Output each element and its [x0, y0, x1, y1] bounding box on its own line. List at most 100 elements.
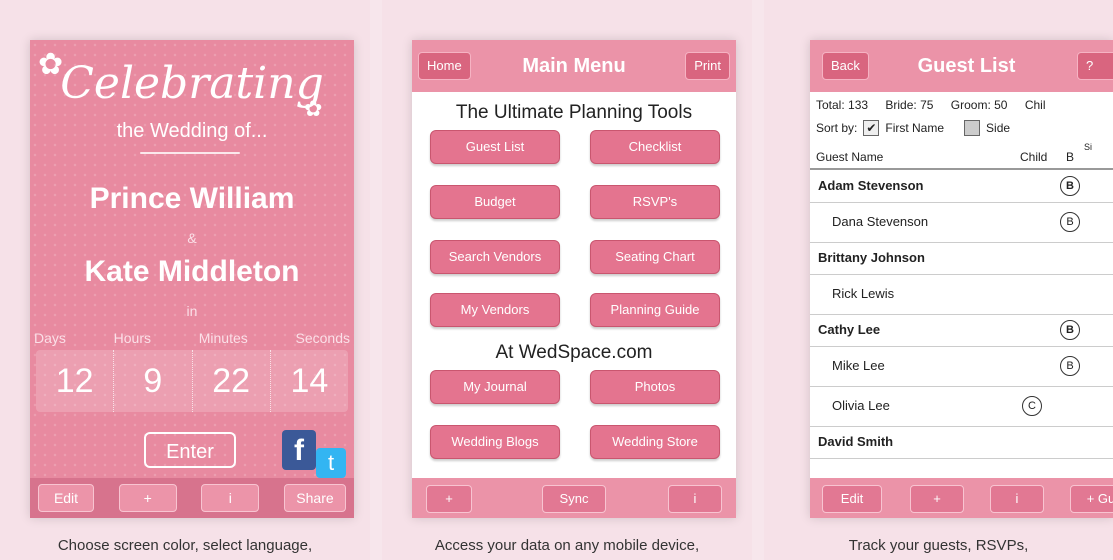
guest-row[interactable]: Adam Stevenson B	[810, 170, 1113, 203]
twitter-icon[interactable]: t	[316, 448, 346, 478]
guest-row[interactable]: Mike Lee B	[810, 346, 1113, 387]
groom-name: Prince William	[89, 182, 295, 215]
wedspace-heading: At WedSpace.com	[495, 342, 653, 363]
unit-minutes: Minutes	[198, 330, 248, 346]
side-checkbox[interactable]	[964, 120, 981, 136]
value-seconds: 14	[290, 362, 329, 400]
facebook-icon[interactable]: f	[282, 430, 316, 470]
edit-button[interactable]: Edit	[38, 484, 94, 512]
col-bride: B	[1066, 150, 1075, 164]
bottom-toolbar: Edit + i + Gu	[810, 478, 1113, 518]
help-button[interactable]: ?	[1077, 52, 1113, 80]
col-side: Si	[1084, 142, 1093, 152]
unit-seconds: Seconds	[295, 330, 350, 346]
panel-guest-list: Back Guest List ? Total: 133 Bride: 75 G…	[764, 0, 1113, 560]
bride-side-badge-icon: B	[1060, 176, 1080, 196]
bottom-toolbar: + Sync i	[412, 478, 736, 518]
ampersand: &	[187, 230, 197, 246]
caption: Access your data on any mobile device,	[434, 537, 700, 554]
stat-groom: Groom: 50	[950, 98, 1008, 112]
child-badge-icon: C	[1022, 396, 1042, 416]
stat-total: Total: 133	[816, 98, 869, 112]
guest-row[interactable]: Rick Lewis	[810, 274, 1113, 315]
guest-name: Rick Lewis	[832, 286, 895, 301]
column-header: Guest Name Child B Si	[810, 142, 1113, 170]
caption: Choose screen color, select language,	[57, 537, 313, 554]
navbar: Back Guest List ?	[810, 40, 1113, 92]
wedding-subtitle: the Wedding of...	[116, 120, 268, 142]
col-child: Child	[1020, 150, 1048, 164]
tools-heading: The Ultimate Planning Tools	[455, 102, 693, 123]
bride-side-badge-icon: B	[1060, 356, 1080, 376]
guest-name: Olivia Lee	[832, 398, 890, 413]
unit-days: Days	[34, 330, 66, 346]
info-button[interactable]: i	[201, 484, 260, 512]
value-hours: 9	[114, 350, 193, 412]
guest-name: David Smith	[818, 434, 894, 449]
value-minutes: 22	[193, 350, 271, 412]
bride-side-badge-icon: B	[1060, 212, 1080, 232]
seating-chart-button[interactable]: Seating Chart	[590, 240, 720, 274]
add-button[interactable]: +	[426, 485, 472, 513]
wedding-store-button[interactable]: Wedding Store	[590, 425, 720, 459]
guest-stats: Total: 133 Bride: 75 Groom: 50 Chil	[816, 98, 1113, 112]
sync-button[interactable]: Sync	[542, 485, 606, 513]
guest-name: Brittany Johnson	[818, 250, 925, 265]
guest-name: Mike Lee	[832, 358, 885, 373]
back-button[interactable]: Back	[822, 52, 869, 80]
decorative-divider	[140, 152, 240, 154]
countdown-units: Days Hours Minutes Seconds	[34, 330, 350, 346]
in-label: in	[186, 303, 198, 319]
guest-row[interactable]: David Smith	[810, 426, 1113, 459]
add-button[interactable]: +	[910, 485, 964, 513]
bride-name: Kate Middleton	[84, 255, 300, 288]
celebrating-title: Celebrating	[60, 58, 324, 109]
guest-row[interactable]: Olivia Lee C	[810, 386, 1113, 427]
sort-row: Sort by: ✔ First Name Side	[816, 120, 1010, 136]
unit-hours: Hours	[113, 330, 151, 346]
countdown-screen: ✿ ✿ Celebrating the Wedding of... Prince…	[30, 40, 354, 518]
caption: Track your guests, RSVPs,	[848, 537, 1029, 554]
add-guest-button[interactable]: + Gu	[1070, 485, 1113, 513]
my-vendors-button[interactable]: My Vendors	[430, 293, 560, 327]
photos-button[interactable]: Photos	[590, 370, 720, 404]
stat-bride: Bride: 75	[885, 98, 934, 112]
guest-row[interactable]: Brittany Johnson	[810, 242, 1113, 275]
countdown-toolbar: Edit + i Share	[30, 478, 354, 518]
print-button[interactable]: Print	[685, 52, 730, 80]
info-button[interactable]: i	[668, 485, 722, 513]
wedding-blogs-button[interactable]: Wedding Blogs	[430, 425, 560, 459]
guest-row[interactable]: Cathy Lee B	[810, 314, 1113, 347]
first-name-label: First Name	[885, 121, 945, 135]
value-days: 12	[36, 350, 115, 412]
countdown-values: 12 9 22 14	[36, 350, 348, 412]
edit-button[interactable]: Edit	[822, 485, 882, 513]
page-title: Guest List	[917, 54, 1016, 77]
panel-countdown: ✿ ✿ Celebrating the Wedding of... Prince…	[0, 0, 370, 560]
navbar: Home Main Menu Print	[412, 40, 736, 92]
sort-label: Sort by:	[816, 121, 858, 135]
stat-children: Chil	[1024, 98, 1046, 112]
enter-button[interactable]: Enter	[144, 432, 236, 468]
guest-list-screen: Back Guest List ? Total: 133 Bride: 75 G…	[810, 40, 1113, 518]
budget-button[interactable]: Budget	[430, 185, 560, 219]
share-button[interactable]: Share	[283, 484, 346, 512]
bride-side-badge-icon: B	[1060, 320, 1080, 340]
guest-name: Dana Stevenson	[832, 214, 929, 229]
my-journal-button[interactable]: My Journal	[430, 370, 560, 404]
guest-name: Adam Stevenson	[818, 178, 924, 193]
home-button[interactable]: Home	[418, 52, 471, 80]
checklist-button[interactable]: Checklist	[590, 130, 720, 164]
side-label: Side	[986, 121, 1011, 135]
col-guest-name: Guest Name	[816, 150, 884, 164]
first-name-checkbox[interactable]: ✔	[863, 120, 880, 136]
planning-guide-button[interactable]: Planning Guide	[590, 293, 720, 327]
guest-list-button[interactable]: Guest List	[430, 130, 560, 164]
page-title: Main Menu	[522, 54, 626, 77]
add-button[interactable]: +	[118, 484, 177, 512]
rsvps-button[interactable]: RSVP's	[590, 185, 720, 219]
guest-row[interactable]: Dana Stevenson B	[810, 202, 1113, 243]
main-menu-screen: Home Main Menu Print The Ultimate Planni…	[412, 40, 736, 518]
info-button[interactable]: i	[990, 485, 1044, 513]
search-vendors-button[interactable]: Search Vendors	[430, 240, 560, 274]
